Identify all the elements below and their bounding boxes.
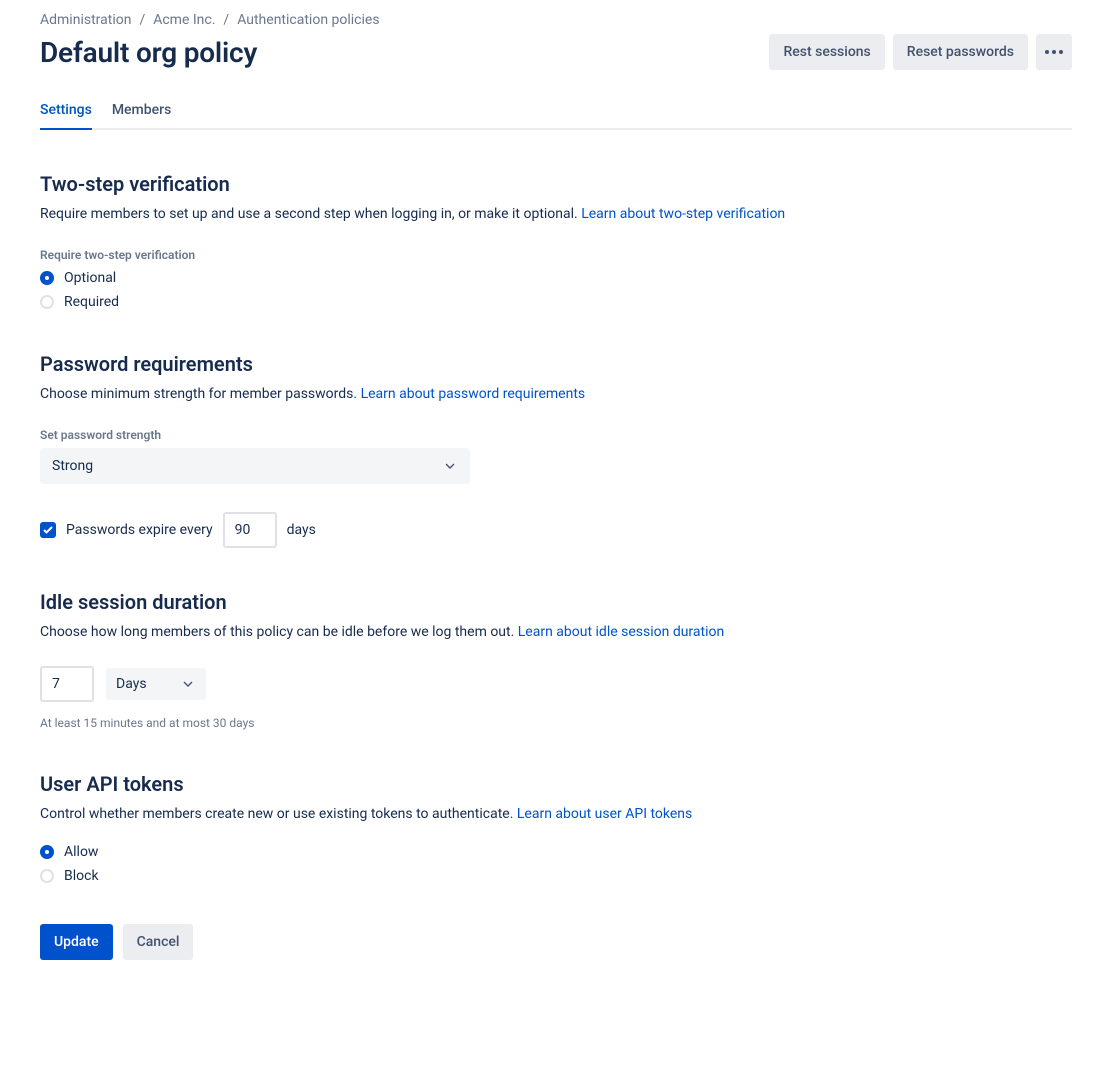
section-password: Password requirements Choose minimum str… xyxy=(40,352,1072,548)
tab-members[interactable]: Members xyxy=(112,94,171,128)
section-tokens: User API tokens Control whether members … xyxy=(40,772,1072,884)
tab-settings[interactable]: Settings xyxy=(40,94,92,128)
password-strength-value: Strong xyxy=(52,458,93,474)
cancel-button[interactable]: Cancel xyxy=(123,924,194,960)
breadcrumb-acme[interactable]: Acme Inc. xyxy=(153,12,215,28)
idle-desc: Choose how long members of this policy c… xyxy=(40,622,1072,642)
tokens-learn-link[interactable]: Learn about user API tokens xyxy=(517,806,692,822)
two-step-group-label: Require two-step verification xyxy=(40,248,1072,262)
rest-sessions-button[interactable]: Rest sessions xyxy=(769,34,884,70)
idle-controls: Days xyxy=(40,666,1072,702)
two-step-radio-group: Optional Required xyxy=(40,270,1072,310)
password-heading: Password requirements xyxy=(40,352,1072,376)
radio-icon xyxy=(40,295,54,309)
more-icon xyxy=(1045,50,1063,54)
password-desc-text: Choose minimum strength for member passw… xyxy=(40,386,361,402)
idle-learn-link[interactable]: Learn about idle session duration xyxy=(518,624,724,640)
radio-allow-label: Allow xyxy=(64,844,98,860)
idle-desc-text: Choose how long members of this policy c… xyxy=(40,624,518,640)
radio-optional[interactable]: Optional xyxy=(40,270,1072,286)
two-step-desc-text: Require members to set up and use a seco… xyxy=(40,206,581,222)
idle-value-input[interactable] xyxy=(40,666,94,702)
idle-unit-value: Days xyxy=(116,676,147,692)
radio-icon xyxy=(40,869,54,883)
radio-icon xyxy=(40,271,54,285)
radio-optional-label: Optional xyxy=(64,270,116,286)
tokens-desc-text: Control whether members create new or us… xyxy=(40,806,517,822)
password-expire-row: Passwords expire every days xyxy=(40,512,1072,548)
tokens-desc: Control whether members create new or us… xyxy=(40,804,1072,824)
section-idle: Idle session duration Choose how long me… xyxy=(40,590,1072,730)
section-two-step: Two-step verification Require members to… xyxy=(40,172,1072,310)
password-learn-link[interactable]: Learn about password requirements xyxy=(361,386,586,402)
update-button[interactable]: Update xyxy=(40,924,113,960)
page-title: Default org policy xyxy=(40,36,257,69)
reset-passwords-button[interactable]: Reset passwords xyxy=(893,34,1028,70)
radio-required-label: Required xyxy=(64,294,119,310)
chevron-down-icon xyxy=(442,458,458,474)
password-expire-post: days xyxy=(287,522,316,538)
footer-actions: Update Cancel xyxy=(40,924,1072,960)
radio-block[interactable]: Block xyxy=(40,868,1072,884)
breadcrumb-separator: / xyxy=(139,12,145,28)
two-step-desc: Require members to set up and use a seco… xyxy=(40,204,1072,224)
password-desc: Choose minimum strength for member passw… xyxy=(40,384,1072,404)
two-step-learn-link[interactable]: Learn about two-step verification xyxy=(581,206,785,222)
password-expire-checkbox[interactable] xyxy=(40,522,56,538)
breadcrumb: Administration / Acme Inc. / Authenticat… xyxy=(40,12,1072,28)
password-strength-label: Set password strength xyxy=(40,428,1072,442)
check-icon xyxy=(42,524,54,536)
idle-help-text: At least 15 minutes and at most 30 days xyxy=(40,716,1072,730)
breadcrumb-administration[interactable]: Administration xyxy=(40,12,131,28)
tokens-heading: User API tokens xyxy=(40,772,1072,796)
chevron-down-icon xyxy=(180,676,196,692)
password-strength-select[interactable]: Strong xyxy=(40,448,470,484)
radio-allow[interactable]: Allow xyxy=(40,844,1072,860)
two-step-heading: Two-step verification xyxy=(40,172,1072,196)
breadcrumb-auth-policies[interactable]: Authentication policies xyxy=(237,12,379,28)
more-actions-button[interactable] xyxy=(1036,34,1072,70)
password-expire-input[interactable] xyxy=(223,512,277,548)
tokens-radio-group: Allow Block xyxy=(40,844,1072,884)
breadcrumb-separator: / xyxy=(223,12,229,28)
header-actions: Rest sessions Reset passwords xyxy=(769,34,1072,70)
password-expire-pre: Passwords expire every xyxy=(66,522,213,538)
tabs: Settings Members xyxy=(40,94,1072,130)
idle-heading: Idle session duration xyxy=(40,590,1072,614)
radio-required[interactable]: Required xyxy=(40,294,1072,310)
radio-block-label: Block xyxy=(64,868,99,884)
radio-icon xyxy=(40,845,54,859)
idle-unit-select[interactable]: Days xyxy=(106,668,206,700)
header-row: Default org policy Rest sessions Reset p… xyxy=(40,34,1072,70)
